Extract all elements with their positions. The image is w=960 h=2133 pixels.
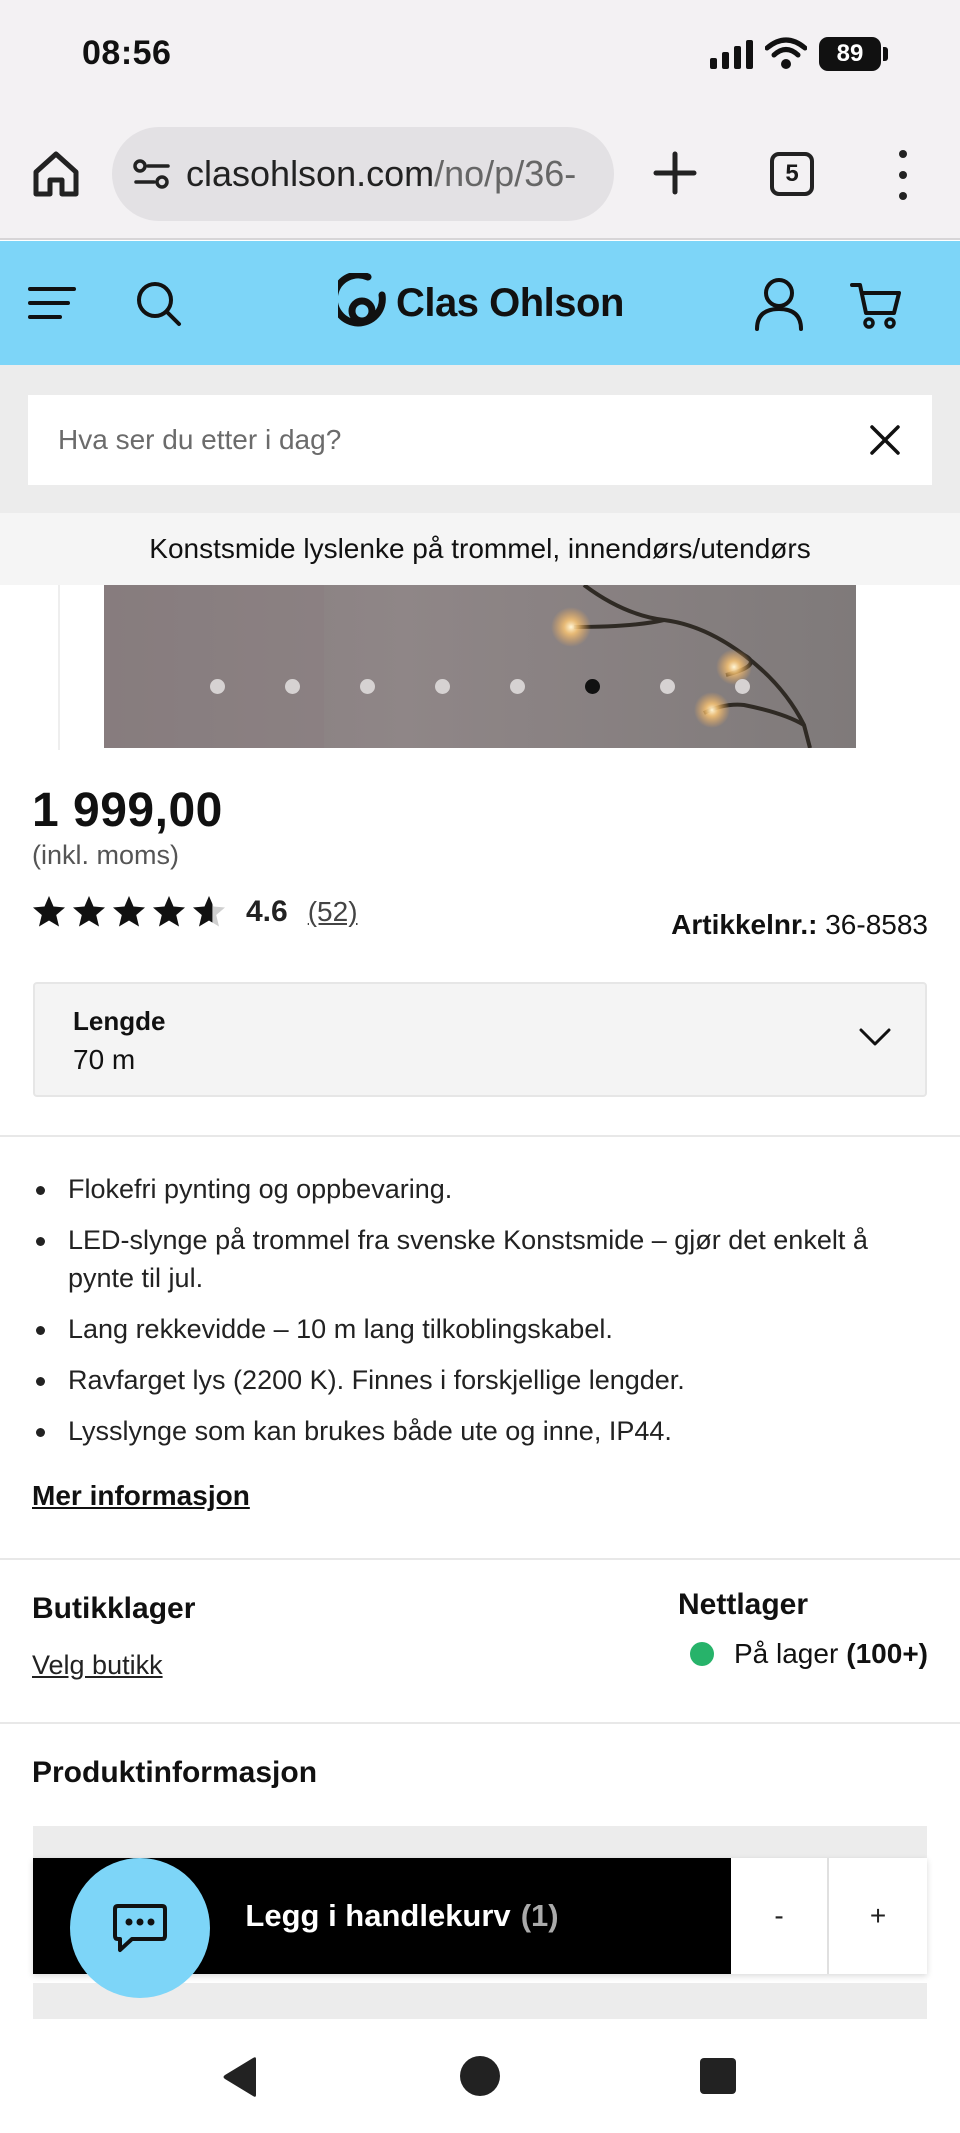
product-price: 1 999,00 [32,784,223,837]
logo[interactable]: Clas Ohlson [338,271,624,335]
feature-item: Ravfarget lys (2200 K). Finnes i forskje… [32,1361,932,1399]
menu-icon[interactable] [28,285,76,321]
feature-list: Flokefri pynting og oppbevaring. LED-sly… [32,1170,932,1463]
status-icons: 89 [710,34,888,74]
length-label: Lengde [73,1006,166,1036]
cart-quantity: (1) [520,1898,559,1933]
feature-item: Lysslynge som kan brukes både ute og inn… [32,1412,932,1450]
battery-level: 89 [819,37,881,71]
rating[interactable]: 4.6 (52) [32,895,358,929]
online-stock-status: På lager (100+) [689,1638,928,1670]
url-host: clasohlson.com [186,153,435,194]
carousel-dot[interactable] [510,679,525,694]
nav-back-icon[interactable] [220,2056,260,2098]
article-number: Artikkelnr.: 36-8583 [671,909,928,941]
star-icon [113,896,145,927]
carousel-dot[interactable] [210,679,225,694]
url-path: /no/p/36- [434,153,577,194]
chat-button[interactable] [70,1858,210,1998]
chat-icon [113,1904,167,1952]
battery-icon: 89 [819,37,888,71]
vat-note: (inkl. moms) [32,840,179,870]
product-title-bar: Konstsmide lyslenke på trommel, innendør… [0,513,960,585]
product-image-carousel[interactable] [0,585,960,750]
plus-icon[interactable] [652,150,698,196]
home-icon[interactable] [30,148,82,200]
online-count: (100+) [846,1638,928,1669]
star-icon [33,896,65,927]
chevron-down-icon [859,1028,891,1046]
product-image[interactable] [104,585,856,748]
length-select[interactable]: Lengde 70 m [33,982,927,1097]
in-stock-icon [689,1642,714,1666]
carousel-dot[interactable] [285,679,300,694]
rating-count-link[interactable]: (52) [308,896,358,928]
search-icon[interactable] [134,279,182,327]
nav-recents-icon[interactable] [700,2058,736,2094]
star-icon [193,896,225,927]
signal-icon [710,39,753,69]
article-value: 36-8583 [825,909,928,940]
divider [0,1135,960,1137]
carousel-dot[interactable] [360,679,375,694]
add-to-cart-label: Legg i handlekurv [245,1898,511,1933]
more-vert-icon[interactable] [888,150,918,200]
product-info-title[interactable]: Produktinformasjon [32,1756,317,1790]
system-nav-bar [0,2020,960,2133]
carousel-dot[interactable] [585,679,600,694]
feature-item: LED-slynge på trommel fra svenske Konsts… [32,1221,932,1297]
carousel-dot[interactable] [735,679,750,694]
browser-toolbar: clasohlson.com/no/p/36- 5 [0,110,960,240]
search-input[interactable] [58,424,838,456]
product-title: Konstsmide lyslenke på trommel, innendør… [149,533,811,564]
url-text[interactable]: clasohlson.com/no/p/36- [186,153,576,195]
carousel-dot[interactable] [660,679,675,694]
online-stock-title: Nettlager [678,1588,809,1621]
logo-text: Clas Ohlson [396,280,624,325]
wifi-icon [765,37,807,69]
online-status-text: På lager [733,1638,839,1669]
store-stock-title: Butikklager [32,1592,196,1625]
decrease-quantity-button[interactable]: - [731,1858,829,1974]
status-bar: 08:56 89 [0,0,960,110]
length-value: 70 m [73,1044,136,1075]
nav-home-icon[interactable] [460,2056,500,2096]
rating-value: 4.6 [246,895,288,928]
search-field[interactable] [28,395,932,485]
article-label: Artikkelnr.: [671,909,818,940]
search-bar [0,365,960,513]
feature-item: Lang rekkevidde – 10 m lang tilkoblingsk… [32,1310,932,1348]
tabs-icon[interactable]: 5 [770,152,814,196]
feature-item: Flokefri pynting og oppbevaring. [32,1170,932,1208]
clas-ohlson-logo-icon [338,273,386,327]
site-header: Clas Ohlson [0,241,960,365]
choose-store-link[interactable]: Velg butikk [32,1650,163,1681]
divider [0,1722,960,1724]
carousel-dots [104,679,856,694]
site-settings-icon[interactable] [132,156,172,192]
increase-quantity-button[interactable]: + [829,1858,927,1974]
close-icon[interactable] [870,425,900,455]
cart-icon[interactable] [850,279,902,331]
light-string-image [104,585,812,748]
more-info-link[interactable]: Mer informasjon [32,1480,250,1512]
star-icon [73,896,105,927]
rating-stars [32,895,226,929]
address-bar[interactable]: clasohlson.com/no/p/36- [112,127,614,221]
star-icon [153,896,185,927]
status-time: 08:56 [82,34,172,72]
carousel-dot[interactable] [435,679,450,694]
divider [0,1558,960,1560]
user-icon[interactable] [754,277,804,331]
